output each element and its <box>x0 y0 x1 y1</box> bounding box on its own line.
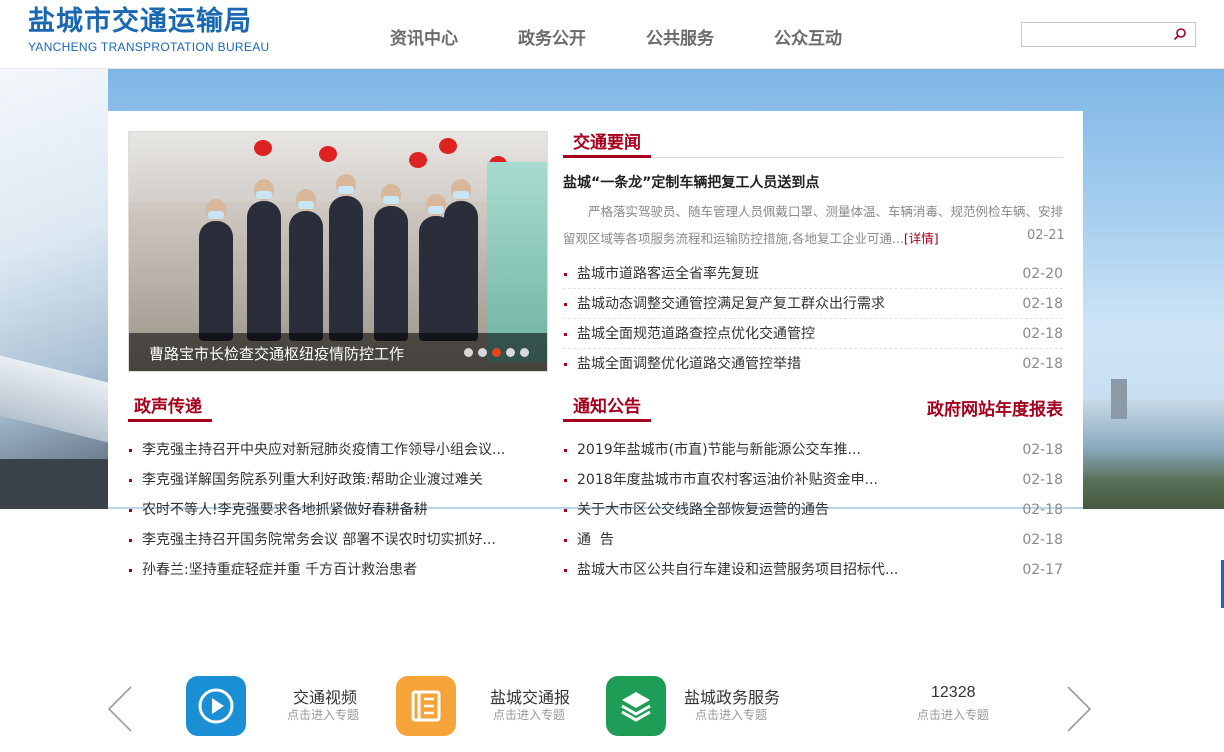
annual-report-link[interactable]: 政府网站年度报表 <box>927 395 1063 420</box>
traffic-news-header: 交通要闻 <box>563 131 1063 158</box>
chevron-right-icon[interactable] <box>1064 685 1094 733</box>
gov-voice-list: 李克强主持召开中央应对新冠肺炎疫情工作领导小组会议... 李克强详解国务院系列重… <box>128 435 548 585</box>
nav-item-news-center[interactable]: 资讯中心 <box>390 24 458 49</box>
services-row: 交通视频 点击进入专题 盐城交通报 点击进入专题 盐城政务服务 点击进入专题 1… <box>0 650 1224 752</box>
nav-item-gov-affairs[interactable]: 政务公开 <box>518 24 586 49</box>
list-item[interactable]: 关于大市区公交线路全部恢复运营的通告 02-18 <box>563 495 1063 525</box>
site-header: 盐城市交通运输局 YANCHENG TRANSPROTATION BUREAU … <box>0 0 1224 69</box>
service-subtitle: 点击进入专题 <box>493 708 566 722</box>
list-item[interactable]: 孙春兰:坚持重症轻症并重 千方百计救治患者 <box>128 555 548 585</box>
search-input[interactable] <box>1022 23 1162 46</box>
layers-icon <box>606 676 666 736</box>
list-item[interactable]: 盐城全面规范道路查控点优化交通管控 02-18 <box>563 319 1063 349</box>
gov-voice-title[interactable]: 政声传递 <box>128 395 212 422</box>
news-summary-date: 02-21 <box>1027 228 1065 243</box>
news-summary: 严格落实驾驶员、随车管理人员佩戴口罩、测量体温、车辆消毒、规范例检车辆、安排留观… <box>563 198 1063 252</box>
list-item[interactable]: 2019年盐城市(市直)节能与新能源公交车推... 02-18 <box>563 435 1063 465</box>
notices-title[interactable]: 通知公告 <box>563 395 651 422</box>
service-subtitle: 点击进入专题 <box>287 708 360 722</box>
list-item[interactable]: 李克强主持召开国务院常务会议 部署不误农时切实抓好... <box>128 525 548 555</box>
service-subtitle: 点击进入专题 <box>917 708 990 722</box>
list-item[interactable]: 盐城动态调整交通管控满足复产复工群众出行需求 02-18 <box>563 289 1063 319</box>
traffic-news-list: 盐城市道路客运全省率先复班 02-20 盐城动态调整交通管控满足复产复工群众出行需… <box>563 259 1063 379</box>
traffic-news-title[interactable]: 交通要闻 <box>563 131 651 158</box>
nav-item-public-service[interactable]: 公共服务 <box>646 24 714 49</box>
list-item[interactable]: 李克强详解国务院系列重大利好政策:帮助企业渡过难关 <box>128 465 548 495</box>
carousel-dot[interactable] <box>506 348 515 357</box>
carousel-dot[interactable] <box>520 348 529 357</box>
list-item[interactable]: 通 告 02-18 <box>563 525 1063 555</box>
carousel-caption[interactable]: 曹路宝市长检查交通枢纽疫情防控工作 <box>149 343 404 364</box>
carousel-dot[interactable] <box>464 348 473 357</box>
details-link[interactable]: [详情] <box>904 231 939 246</box>
news-carousel[interactable]: 曹路宝市长检查交通枢纽疫情防控工作 <box>128 131 548 372</box>
gov-voice-header: 政声传递 <box>128 395 548 422</box>
carousel-dots <box>459 348 529 357</box>
logo-title: 盐城市交通运输局 <box>28 6 252 37</box>
terminal-building-image <box>0 69 108 509</box>
list-item[interactable]: 2018年度盐城市市直农村客运油价补贴资金申... 02-18 <box>563 465 1063 495</box>
list-item[interactable]: 李克强主持召开中央应对新冠肺炎疫情工作领导小组会议... <box>128 435 548 465</box>
play-icon <box>186 676 246 736</box>
notices-header: 通知公告 政府网站年度报表 <box>563 395 1063 422</box>
news-headline[interactable]: 盐城“一条龙”定制车辆把复工人员送到点 <box>563 172 819 192</box>
logo-subtitle: YANCHENG TRANSPROTATION BUREAU <box>28 40 270 54</box>
notices-list: 2019年盐城市(市直)节能与新能源公交车推... 02-18 2018年度盐城市… <box>563 435 1063 585</box>
chevron-left-icon[interactable] <box>105 685 135 733</box>
search-icon[interactable] <box>1173 27 1187 41</box>
list-item[interactable]: 盐城大市区公共自行车建设和运营服务项目招标代... 02-17 <box>563 555 1063 585</box>
carousel-caption-bar: 曹路宝市长检查交通枢纽疫情防控工作 <box>129 333 547 371</box>
nav-item-interaction[interactable]: 公众互动 <box>774 24 842 49</box>
list-item[interactable]: 盐城全面调整优化道路交通管控举措 02-18 <box>563 349 1063 379</box>
cityscape-image <box>1083 379 1224 509</box>
service-title: 盐城交通报 <box>490 688 571 707</box>
service-title: 12328 <box>931 684 976 701</box>
newspaper-icon <box>396 676 456 736</box>
site-logo[interactable]: 盐城市交通运输局 YANCHENG TRANSPROTATION BUREAU <box>28 6 269 54</box>
list-item[interactable]: 盐城市道路客运全省率先复班 02-20 <box>563 259 1063 289</box>
list-item[interactable]: 农时不等人!李克强要求各地抓紧做好春耕备耕 <box>128 495 548 525</box>
carousel-dot-active[interactable] <box>492 348 501 357</box>
service-title: 交通视频 <box>293 688 358 707</box>
carousel-dot[interactable] <box>478 348 487 357</box>
service-subtitle: 点击进入专题 <box>695 708 768 722</box>
news-summary-text: 严格落实驾驶员、随车管理人员佩戴口罩、测量体温、车辆消毒、规范例检车辆、安排留观… <box>563 204 1064 246</box>
service-title: 盐城政务服务 <box>684 688 781 707</box>
search-box <box>1021 22 1196 47</box>
main-nav: 资讯中心 政务公开 公共服务 公众互动 <box>390 24 902 49</box>
